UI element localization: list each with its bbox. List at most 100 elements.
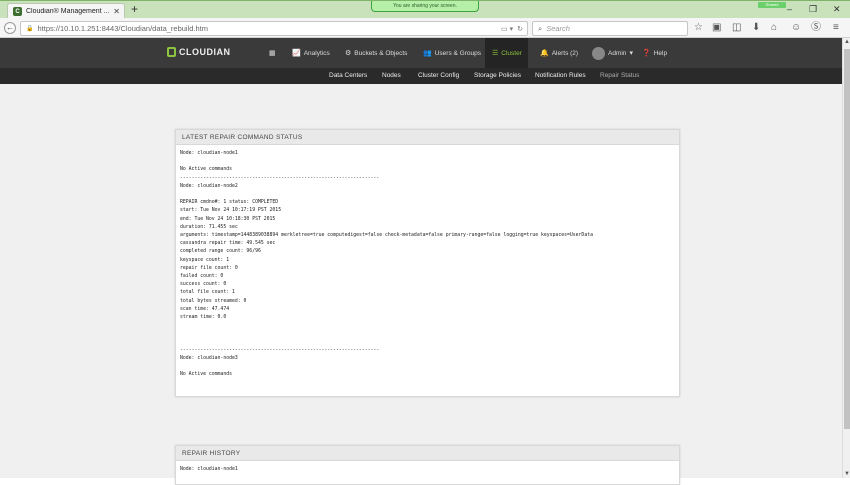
nav-cluster[interactable]: ☰ Cluster	[485, 38, 528, 68]
cloudian-favicon-icon: C	[13, 7, 22, 16]
grid-icon: ▦	[269, 50, 276, 57]
gear-icon: ⚙	[345, 50, 352, 57]
nav-help[interactable]: ❓ Help	[639, 38, 670, 68]
browser-tab-bar: C Cloudian® Management ... ✕ + You are s…	[0, 0, 850, 19]
output-line: REPAIR cmdno#: 1 status: COMPLETED	[180, 200, 279, 206]
chart-icon: 📈	[292, 50, 301, 57]
main-content: LATEST REPAIR COMMAND STATUS Node: cloud…	[0, 84, 842, 485]
reload-icon[interactable]: ↻	[517, 25, 523, 33]
cluster-subnav: Data Centers Nodes Cluster Config Storag…	[0, 68, 842, 84]
logo-text: CLOUDIAN	[179, 47, 231, 57]
nav-analytics[interactable]: 📈 Analytics	[289, 38, 333, 68]
output-line: Node: cloudian-node1	[180, 467, 238, 472]
latest-repair-output: Node: cloudian-node1 No Active commands -…	[176, 145, 679, 380]
browser-search-field[interactable]: ⌕ Search	[532, 21, 688, 36]
shared-badge: Shared	[758, 2, 786, 8]
minimize-button[interactable]: –	[787, 4, 792, 14]
nav-users-groups[interactable]: 👥 Users & Groups	[420, 38, 484, 68]
lock-icon: 🔒	[26, 26, 34, 32]
search-placeholder: Search	[546, 24, 570, 33]
reader-icon[interactable]: ▭ ▾	[501, 25, 513, 33]
output-line: No Active commands	[180, 372, 232, 378]
cloudian-logo[interactable]: CLOUDIAN	[167, 47, 231, 57]
tab-title: Cloudian® Management ...	[26, 8, 110, 15]
repair-history-panel: REPAIR HISTORY Node: cloudian-node1	[175, 445, 680, 485]
output-line: total bytes streamed: 0	[180, 298, 247, 304]
tab-close-icon[interactable]: ✕	[113, 7, 120, 16]
nav-admin-label: Admin	[608, 49, 627, 57]
nav-buckets-objects[interactable]: ⚙ Buckets & Objects	[342, 38, 410, 68]
output-line: end: Tue Nov 24 10:18:30 PST 2015	[180, 216, 276, 222]
output-line: stream time: 0.0	[180, 315, 227, 321]
output-line: start: Tue Nov 24 10:17:19 PST 2015	[180, 208, 282, 214]
scroll-up-icon[interactable]: ▲	[843, 39, 850, 45]
output-line: Node: cloudian-node1	[180, 151, 238, 156]
home-icon[interactable]: ⌂	[771, 22, 777, 34]
app-header: CLOUDIAN ▦ 📈 Analytics ⚙ Buckets & Objec…	[0, 38, 842, 68]
url-text: https://10.10.1.251:8443/Cloudian/data_r…	[37, 24, 209, 33]
url-field[interactable]: 🔒 https://10.10.1.251:8443/Cloudian/data…	[20, 21, 528, 36]
nav-users-label: Users & Groups	[434, 49, 481, 57]
latest-repair-title: LATEST REPAIR COMMAND STATUS	[176, 130, 679, 145]
back-button[interactable]: ←	[4, 22, 16, 34]
output-line: success count: 0	[180, 282, 227, 288]
cloudian-logo-icon	[167, 47, 176, 57]
output-line: keyspace count: 1	[180, 257, 230, 263]
output-line: ----------------------------------------…	[180, 347, 380, 353]
nav-admin-menu[interactable]: Admin ▾	[589, 38, 636, 68]
search-icon: ⌕	[538, 23, 543, 33]
subnav-repair-status[interactable]: Repair Status	[600, 68, 639, 84]
latest-repair-panel: LATEST REPAIR COMMAND STATUS Node: cloud…	[175, 129, 680, 397]
cluster-icon: ☰	[492, 50, 499, 57]
nav-dashboard[interactable]: ▦	[266, 38, 279, 68]
repair-history-title: REPAIR HISTORY	[176, 446, 679, 461]
users-icon: 👥	[423, 50, 432, 57]
clipboard-icon[interactable]: ▣	[712, 22, 721, 34]
output-line: Node: cloudian-node3	[180, 356, 238, 362]
close-window-button[interactable]: ✕	[833, 4, 841, 15]
subnav-cluster-config[interactable]: Cluster Config	[418, 68, 459, 84]
nav-buckets-label: Buckets & Objects	[354, 49, 408, 57]
scroll-down-icon[interactable]: ▼	[843, 471, 850, 477]
output-line: No Active commands	[180, 167, 232, 173]
output-line: arguments: timestamp=1448389038894 merkl…	[180, 233, 593, 239]
nav-analytics-label: Analytics	[303, 49, 330, 57]
download-icon[interactable]: ⬇	[752, 22, 760, 34]
output-line: completed range count: 96/96	[180, 249, 261, 255]
repair-history-output: Node: cloudian-node1	[176, 461, 679, 474]
chevron-down-icon: ▾	[629, 50, 633, 57]
output-line: scan time: 47.474	[180, 306, 230, 312]
nav-cluster-label: Cluster	[501, 49, 522, 57]
subnav-data-centers[interactable]: Data Centers	[329, 68, 367, 84]
subnav-notification-rules[interactable]: Notification Rules	[535, 68, 586, 84]
output-line: failed count: 0	[180, 274, 224, 280]
pocket-icon[interactable]: ◫	[732, 22, 741, 34]
page-scrollbar[interactable]: ▲ ▼	[842, 38, 850, 478]
nav-alerts-label: Alerts (2)	[551, 49, 579, 57]
output-line: duration: 71.455 sec	[180, 224, 238, 230]
chat-icon[interactable]: ☺	[791, 22, 801, 34]
bookmark-star-icon[interactable]: ☆	[694, 22, 703, 34]
output-line: total file count: 1	[180, 290, 235, 296]
output-line: Node: cloudian-node2	[180, 183, 238, 189]
subnav-storage-policies[interactable]: Storage Policies	[474, 68, 521, 84]
menu-icon[interactable]: ≡	[833, 22, 839, 34]
nav-help-label: Help	[653, 49, 668, 57]
subnav-nodes[interactable]: Nodes	[382, 68, 401, 84]
output-line: ----------------------------------------…	[180, 175, 380, 181]
new-tab-button[interactable]: +	[131, 3, 138, 15]
browser-tab[interactable]: C Cloudian® Management ... ✕	[7, 3, 125, 19]
avatar	[592, 46, 605, 60]
bell-icon: 🔔	[540, 50, 549, 57]
skype-icon[interactable]: Ⓢ	[811, 22, 821, 34]
restore-button[interactable]: ❐	[809, 4, 817, 15]
screen-sharing-banner: You are sharing your screen.	[371, 1, 479, 12]
scroll-thumb[interactable]	[844, 49, 850, 429]
nav-alerts[interactable]: 🔔 Alerts (2)	[537, 38, 581, 68]
